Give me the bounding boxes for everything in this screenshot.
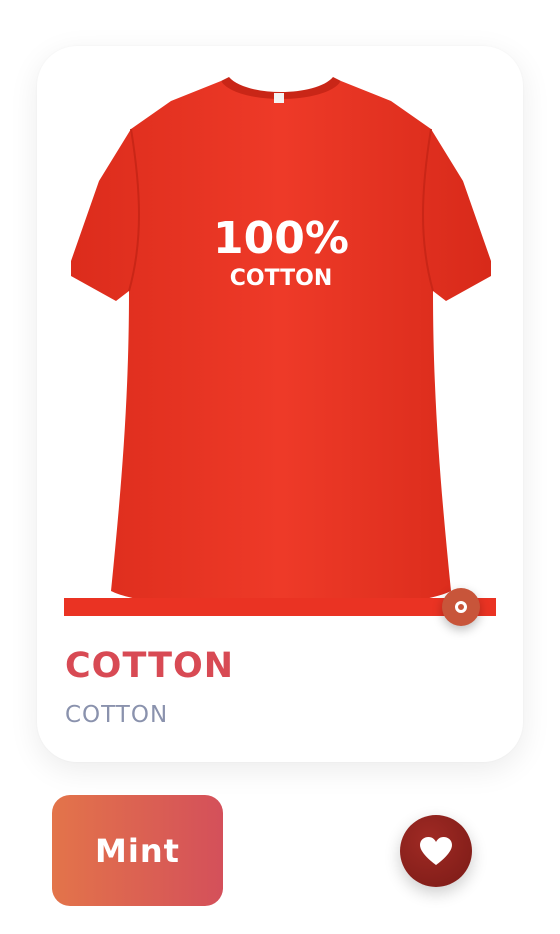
shirt-print-label: COTTON [230,266,332,291]
page: 100% COTTON COTTON COTTON Mint [0,0,560,934]
color-slider[interactable] [64,588,496,626]
favorite-button[interactable] [400,815,472,887]
mint-button[interactable]: Mint [52,795,223,906]
shirt-print-percent: 100% [213,213,349,264]
heart-icon [420,837,452,865]
product-title: COTTON [65,646,235,686]
slider-thumb-ring-icon [455,601,468,613]
slider-fill [64,598,496,616]
tshirt-shape [71,81,491,610]
product-image: 100% COTTON [71,77,491,610]
product-subtitle: COTTON [65,702,169,728]
product-card[interactable]: 100% COTTON COTTON COTTON [37,46,523,762]
